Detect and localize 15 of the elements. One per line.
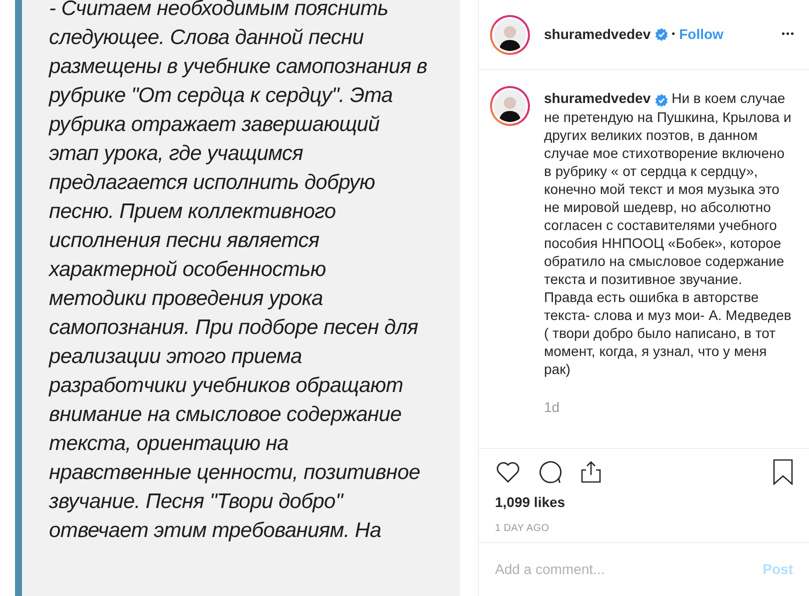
comment-field[interactable]: Add a comment... bbox=[495, 559, 763, 580]
share-button[interactable] bbox=[579, 459, 603, 485]
caption-text: shuramedvedev Ни в коем случае не претендую на Пушкина, Крылова и других великих поэтов, в данном случае мое стихотворение включено в рубрику « от сердца к сердцу», конечно мой текст и моя музыка это не мировой шедевр, но абсолютно согласен с составителями учебного пособия ННПООЦ «Бобек», которое обратило на смысловое содержание текста и позитивное звучание. Правда есть ошибка в авторстве текста- слова и муз мои- А. Медведев ( твори добро было написано, в тот момент, когда, я узнал, что у меня рак) bbox=[544, 89, 792, 378]
save-button[interactable] bbox=[773, 459, 793, 485]
avatar[interactable] bbox=[490, 86, 530, 126]
post-age: 1d bbox=[544, 398, 561, 417]
avatar[interactable] bbox=[490, 14, 530, 54]
like-button[interactable] bbox=[495, 459, 521, 485]
like-count[interactable]: 1,099 likes bbox=[479, 492, 809, 513]
caption-username[interactable]: shuramedvedev bbox=[544, 90, 651, 106]
more-options-button[interactable]: ••• bbox=[781, 27, 795, 42]
comment-button[interactable] bbox=[537, 459, 563, 485]
post-timestamp: 1 DAY AGO bbox=[494, 522, 550, 536]
username[interactable]: shuramedvedev bbox=[544, 24, 651, 45]
separator: • bbox=[672, 28, 676, 42]
